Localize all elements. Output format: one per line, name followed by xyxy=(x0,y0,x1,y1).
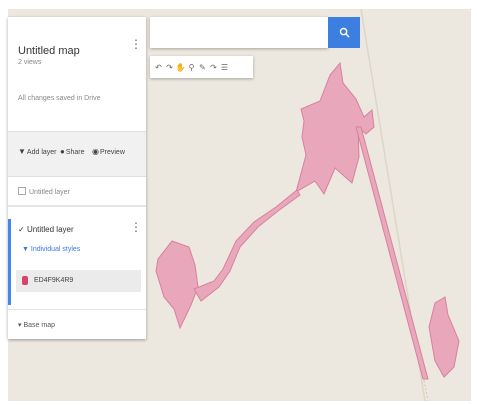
feature-label: ED4F9K4R9 xyxy=(34,277,74,284)
marker-icon[interactable]: ⚲ xyxy=(186,59,197,75)
map-actions-bar: ▼Add layer ●Share ◉Preview xyxy=(8,131,146,177)
chevron-down-icon: ▾ xyxy=(18,322,22,329)
save-status: All changes saved in Drive xyxy=(18,95,101,102)
add-layer-label: Add layer xyxy=(26,149,57,156)
add-layer-icon: ▼ xyxy=(18,147,26,156)
feature-pin-icon xyxy=(22,276,28,285)
route-icon[interactable]: ↷ xyxy=(208,59,219,75)
more-vert-icon[interactable]: ⋮ xyxy=(130,37,142,51)
divider xyxy=(8,309,146,310)
search-icon xyxy=(339,27,350,38)
share-icon: ● xyxy=(60,147,65,156)
route-path-2[interactable] xyxy=(355,126,429,380)
map-title[interactable]: Untitled map xyxy=(18,45,80,57)
search-input[interactable] xyxy=(150,17,328,48)
layer-checkbox[interactable] xyxy=(18,187,26,195)
base-map-label: Base map xyxy=(23,322,55,329)
undo-icon[interactable]: ↶ xyxy=(153,59,164,75)
layer-label: Untitled layer xyxy=(29,189,70,196)
share-label: Share xyxy=(65,149,85,156)
layer-more-vert-icon[interactable]: ⋮ xyxy=(130,220,142,234)
route-path-1[interactable] xyxy=(193,189,301,302)
drawn-area[interactable] xyxy=(155,61,460,380)
share-button[interactable]: ●Share xyxy=(60,147,85,156)
area-shape-right[interactable] xyxy=(428,296,460,378)
draw-line-icon[interactable]: ✎ xyxy=(197,59,208,75)
check-icon[interactable]: ✓ xyxy=(18,225,25,234)
base-map-toggle[interactable]: ▾ Base map xyxy=(18,321,55,329)
layer-item-untitled-unchecked[interactable]: Untitled layer xyxy=(18,187,70,196)
preview-icon: ◉ xyxy=(92,147,99,156)
hand-icon[interactable]: ✋ xyxy=(175,59,186,75)
layer-item-untitled-checked[interactable]: ✓ Untitled layer xyxy=(18,225,74,234)
feature-item[interactable]: ED4F9K4R9 xyxy=(16,270,141,292)
map-views-count: 2 views xyxy=(18,59,42,66)
selected-layer-indicator xyxy=(8,219,11,305)
preview-button[interactable]: ◉Preview xyxy=(92,147,125,156)
search-button[interactable] xyxy=(328,17,360,48)
map-toolbar: ↶ ↷ ✋ ⚲ ✎ ↷ ☰ xyxy=(150,56,253,78)
ruler-icon[interactable]: ☰ xyxy=(219,59,230,75)
redo-icon[interactable]: ↷ xyxy=(164,59,175,75)
individual-styles-link[interactable]: ▼ Individual styles xyxy=(22,246,80,253)
preview-label: Preview xyxy=(99,149,125,156)
style-icon: ▼ xyxy=(22,246,29,253)
area-shape-left[interactable] xyxy=(155,240,199,330)
area-shape-main[interactable] xyxy=(295,61,375,196)
layers-panel: Untitled map 2 views ⋮ All changes saved… xyxy=(8,17,146,339)
styles-label: Individual styles xyxy=(30,246,81,253)
add-layer-button[interactable]: ▼Add layer xyxy=(18,147,57,156)
layer-label: Untitled layer xyxy=(26,225,74,234)
divider xyxy=(8,205,146,207)
